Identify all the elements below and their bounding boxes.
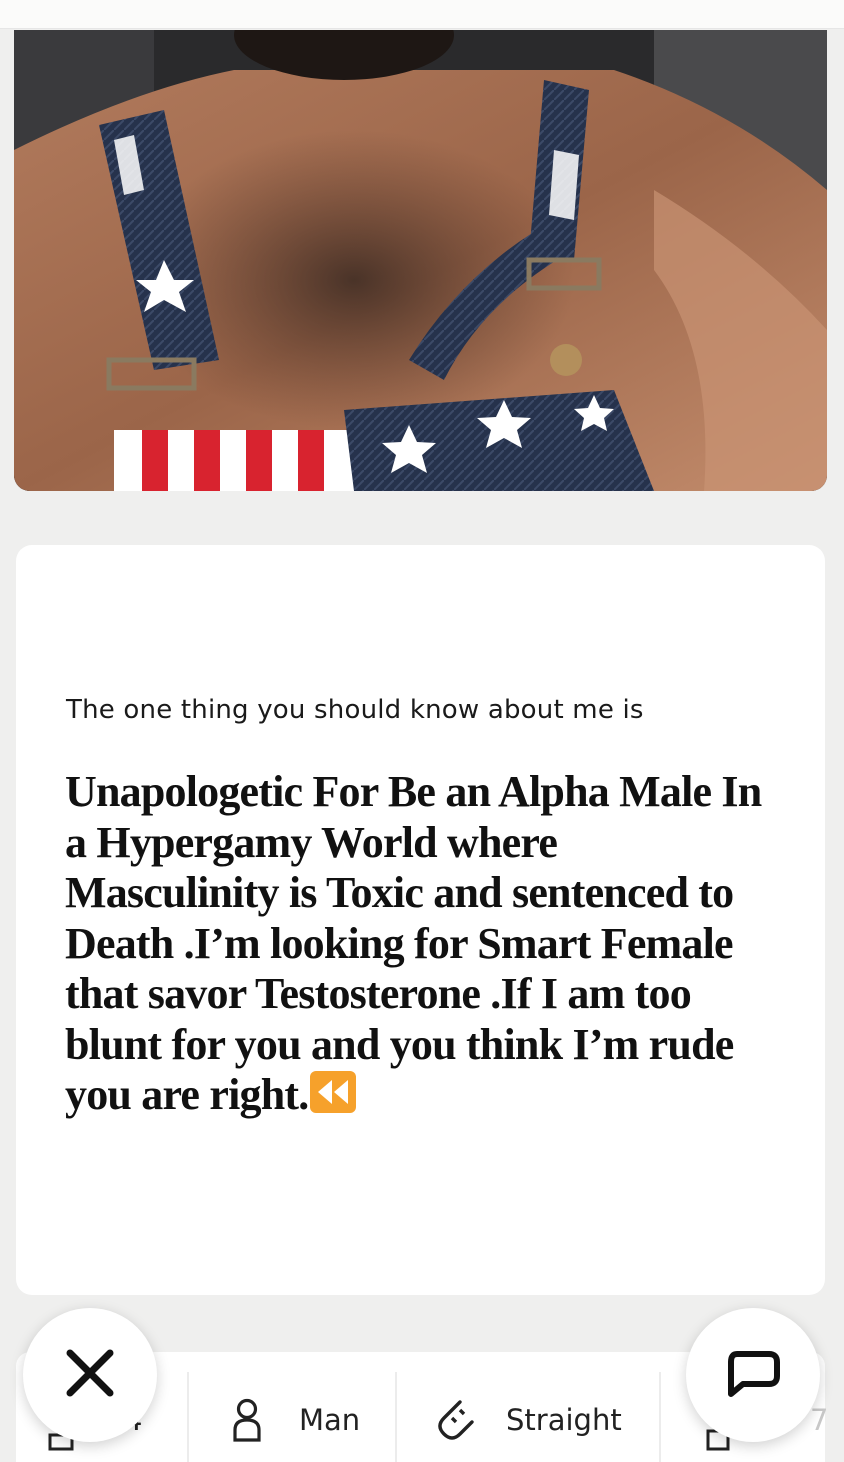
dislike-button[interactable] (23, 1308, 157, 1442)
profile-photo[interactable] (14, 30, 827, 491)
info-divider (395, 1372, 397, 1462)
prompt-answer-text: Unapologetic For Be an Alpha Male In a H… (65, 767, 762, 1119)
info-divider (187, 1372, 189, 1462)
prompt-answer: Unapologetic For Be an Alpha Male In a H… (65, 767, 765, 1121)
magnet-icon (430, 1396, 478, 1444)
person-icon (231, 1398, 263, 1442)
info-divider (659, 1372, 661, 1462)
info-height-value: 7 (810, 1403, 829, 1437)
info-gender: Man (231, 1392, 360, 1448)
comment-button[interactable] (686, 1308, 820, 1442)
close-icon (64, 1347, 116, 1404)
profile-screen: The one thing you should know about me i… (0, 0, 844, 1462)
photo-illustration (14, 30, 827, 491)
rewind-emoji-icon (310, 1071, 357, 1113)
info-orientation-value: Straight (506, 1403, 622, 1437)
info-orientation: Straight (430, 1392, 622, 1448)
prompt-card[interactable]: The one thing you should know about me i… (16, 545, 825, 1295)
top-bar (0, 0, 844, 29)
prompt-question: The one thing you should know about me i… (66, 695, 644, 725)
chat-bubble-icon (725, 1348, 781, 1403)
info-gender-value: Man (299, 1403, 361, 1437)
